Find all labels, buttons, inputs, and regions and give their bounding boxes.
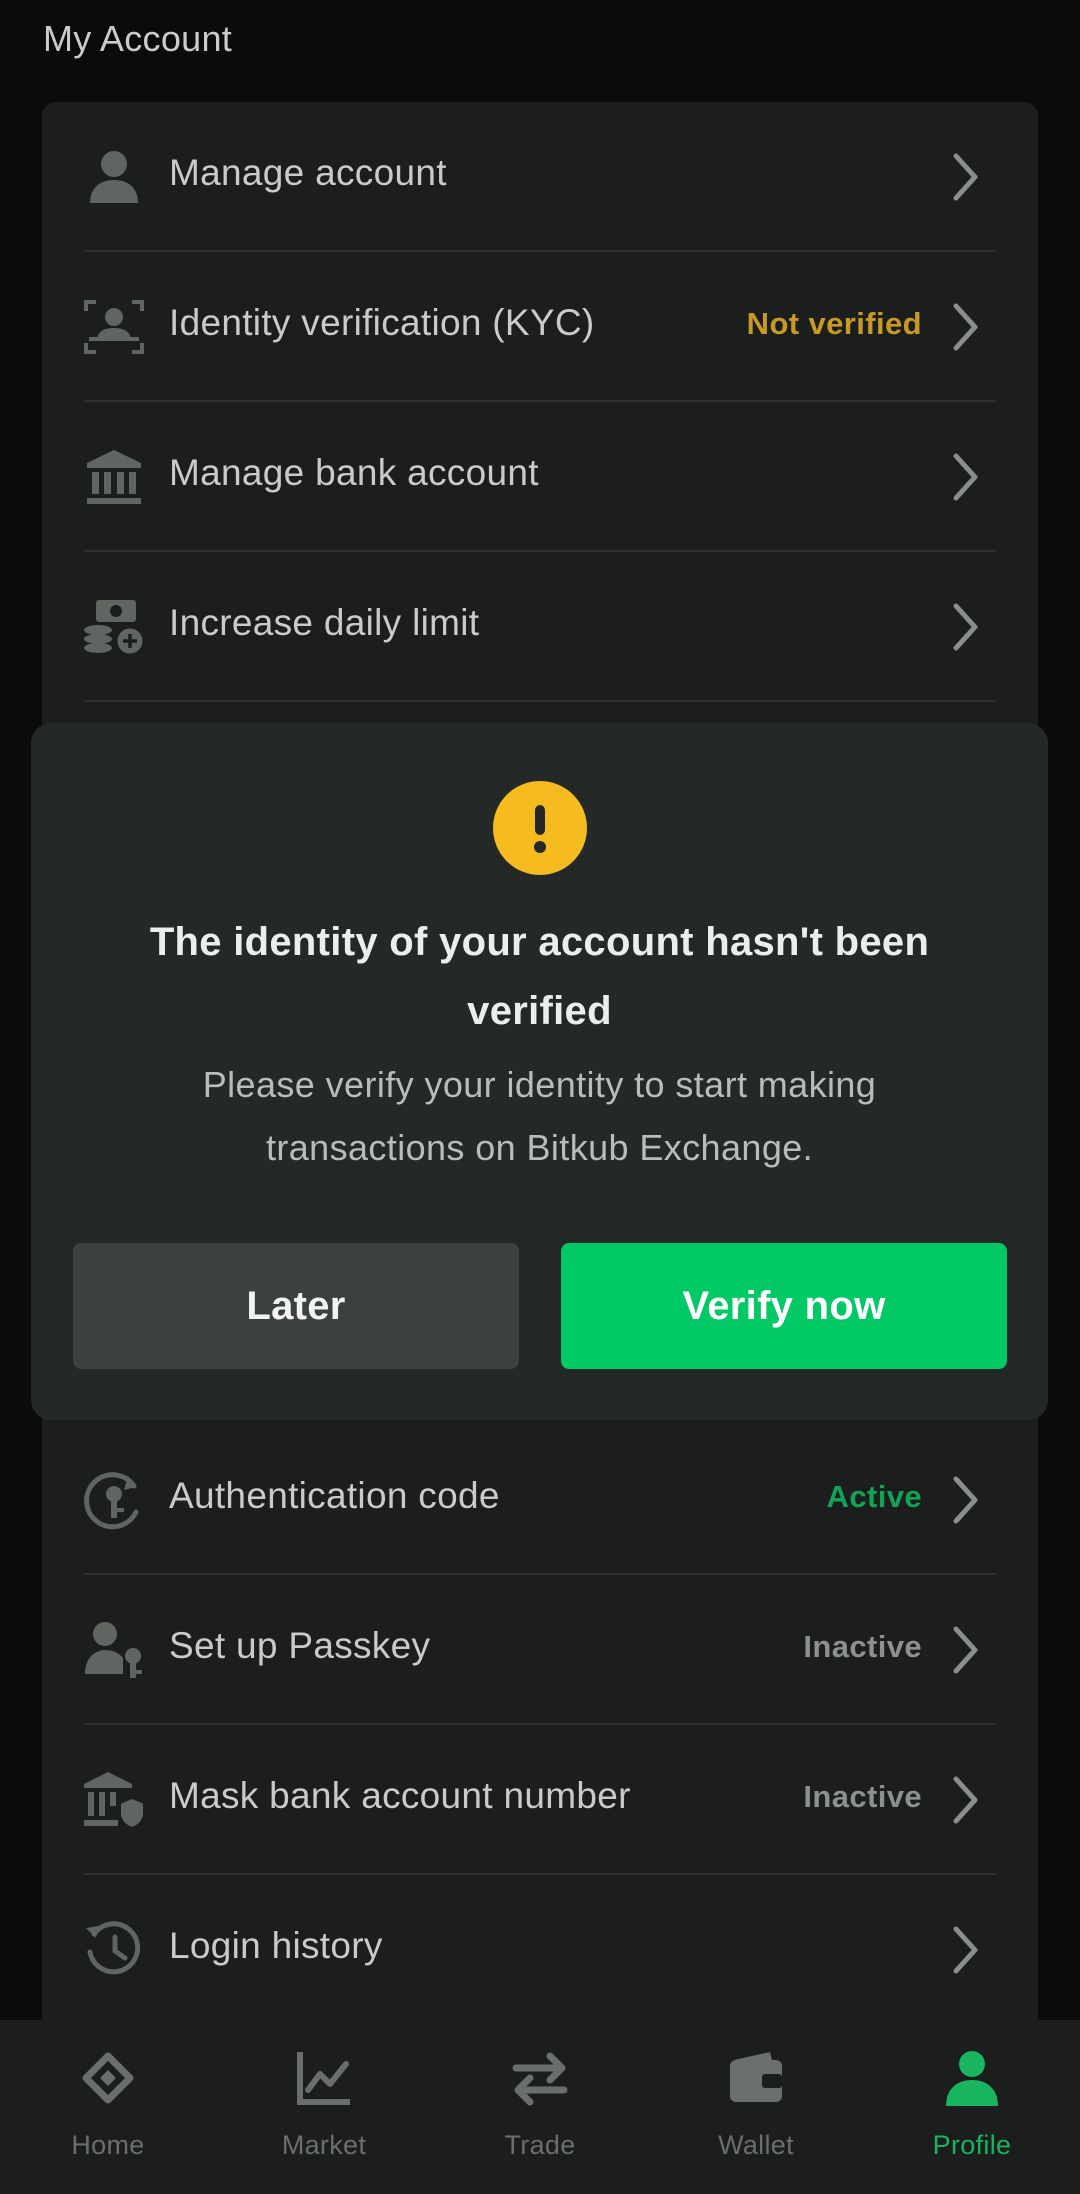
user-icon [82, 147, 146, 207]
verify-now-button[interactable]: Verify now [561, 1243, 1007, 1369]
modal-message: Please verify your identity to start mak… [202, 1064, 877, 1168]
chevron-right-icon [953, 1776, 978, 1824]
chevron-right-icon [953, 153, 978, 201]
menu-item-increase-daily-limit[interactable]: Increase daily limit [42, 552, 1038, 702]
menu-item-label: Manage account [169, 152, 447, 193]
menu-item-login-history[interactable]: Login history [42, 1875, 1038, 2025]
bank-icon [82, 447, 146, 507]
auth-status-badge: Active [826, 1479, 922, 1514]
modal-title: The identity of your account hasn't been… [149, 920, 930, 1033]
bottom-navigation: Home Market Trade Wallet Profile [0, 2020, 1080, 2194]
wallet-icon [730, 2052, 782, 2102]
menu-item-authentication-code[interactable]: Authentication code Active [42, 1425, 1038, 1575]
later-button[interactable]: Later [73, 1243, 519, 1369]
nav-label: Home [71, 2130, 145, 2160]
menu-item-label: Identity verification (KYC) [169, 302, 595, 343]
menu-item-label: Login history [169, 1925, 383, 1966]
kyc-verification-modal: The identity of your account hasn't been… [31, 723, 1048, 1420]
swap-icon [512, 2052, 568, 2106]
nav-label: Market [281, 2130, 367, 2160]
kyc-status-badge: Not verified [746, 306, 922, 341]
nav-item-home[interactable]: Home [0, 2020, 216, 2194]
chart-icon [297, 2052, 350, 2105]
menu-item-manage-bank-account[interactable]: Manage bank account [42, 402, 1038, 552]
menu-item-manage-account[interactable]: Manage account [42, 102, 1038, 252]
chevron-right-icon [953, 1626, 978, 1674]
nav-label: Wallet [718, 2130, 794, 2160]
menu-item-label: Set up Passkey [169, 1625, 431, 1666]
money-plus-icon [82, 597, 146, 657]
menu-item-set-up-passkey[interactable]: Set up Passkey Inactive [42, 1575, 1038, 1725]
user-key-icon [82, 1620, 146, 1680]
home-icon [82, 2052, 134, 2104]
menu-item-label: Increase daily limit [169, 602, 480, 643]
chevron-right-icon [953, 453, 978, 501]
face-scan-icon [82, 297, 146, 357]
nav-item-trade[interactable]: Trade [432, 2020, 648, 2194]
nav-label: Profile [932, 2130, 1012, 2160]
passkey-status-badge: Inactive [803, 1629, 922, 1664]
nav-item-wallet[interactable]: Wallet [648, 2020, 864, 2194]
exclamation-icon [493, 781, 587, 875]
nav-item-profile[interactable]: Profile [864, 2020, 1080, 2194]
menu-item-kyc[interactable]: Identity verification (KYC) Not verified [42, 252, 1038, 402]
chevron-right-icon [953, 1476, 978, 1524]
menu-item-mask-bank-account[interactable]: Mask bank account number Inactive [42, 1725, 1038, 1875]
menu-item-label: Authentication code [169, 1475, 500, 1516]
profile-icon [946, 2051, 998, 2106]
mask-status-badge: Inactive [803, 1779, 922, 1814]
page-title: My Account [43, 18, 233, 59]
bank-shield-icon [82, 1770, 146, 1830]
chevron-right-icon [953, 303, 978, 351]
menu-item-label: Mask bank account number [169, 1775, 631, 1816]
chevron-right-icon [953, 603, 978, 651]
nav-label: Trade [504, 2130, 576, 2160]
history-icon [82, 1920, 146, 1980]
key-refresh-icon [82, 1470, 146, 1530]
menu-item-label: Manage bank account [169, 452, 539, 493]
nav-item-market[interactable]: Market [216, 2020, 432, 2194]
divider [84, 700, 996, 702]
chevron-right-icon [953, 1926, 978, 1974]
